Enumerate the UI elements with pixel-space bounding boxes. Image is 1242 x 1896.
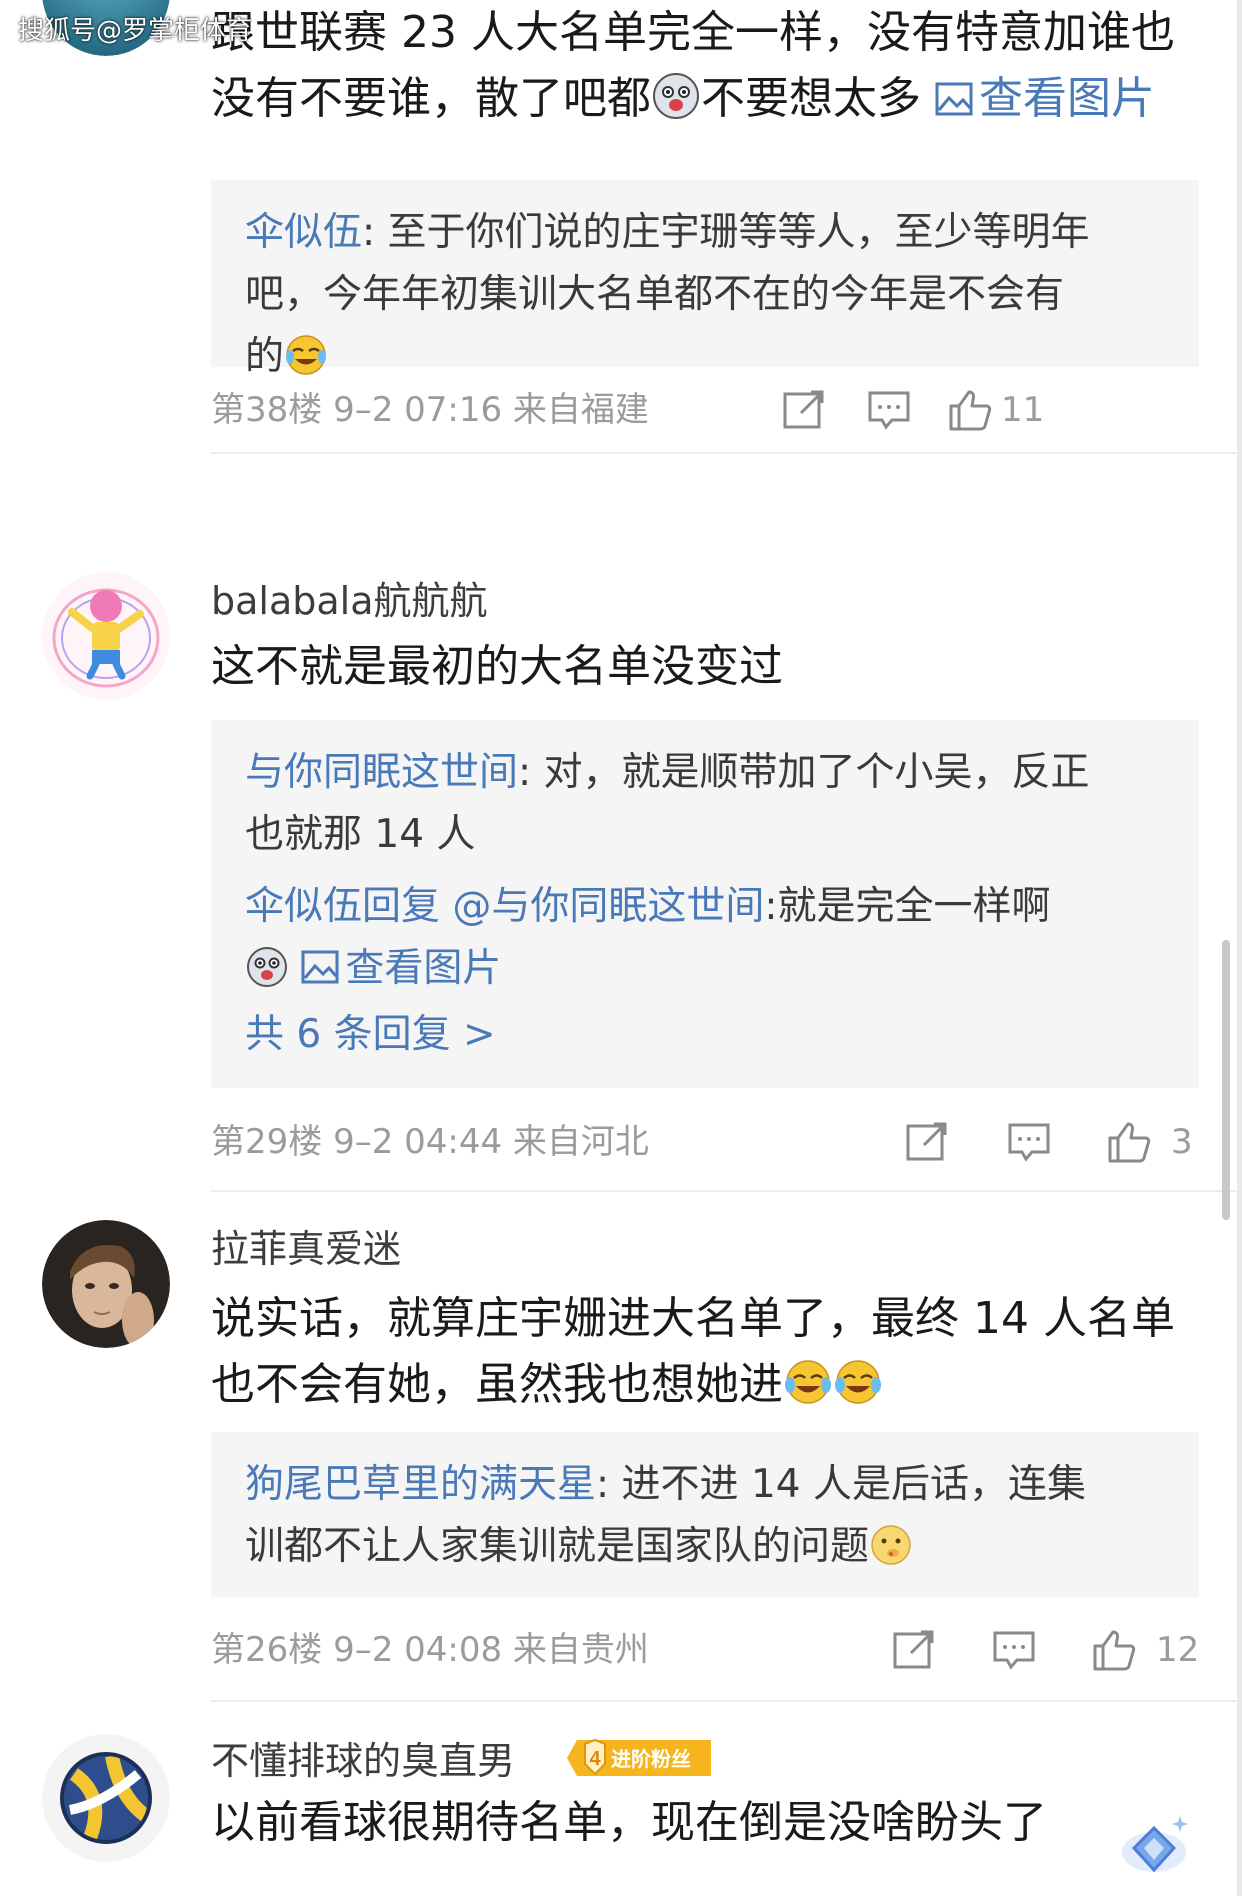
like-icon[interactable]	[1106, 1120, 1152, 1164]
reply-username[interactable]: 狗尾巴草里的满天星	[245, 1462, 596, 1507]
more-replies-link[interactable]: 共 6 条回复 >	[245, 1000, 1165, 1070]
like-icon[interactable]	[947, 388, 993, 432]
comment-icon[interactable]	[991, 1628, 1037, 1672]
like-count: 12	[1156, 1630, 1200, 1670]
laugh-cry-emoji-icon	[835, 1360, 881, 1404]
comment-text-line: 也不会有她，虽然我也想她进	[211, 1352, 1201, 1418]
badge-label: 进阶粉丝	[611, 1747, 691, 1771]
floor-time-location: 第38楼 9–2 07:16 来自福建	[211, 390, 649, 430]
comment-meta: 第38楼 9–2 07:16 来自福建 11	[211, 380, 1199, 440]
reply-item: 伞似伍: 至于你们说的庄宇珊等等人，至少等明年	[245, 210, 1090, 255]
avatar[interactable]	[42, 572, 170, 700]
username[interactable]: 不懂排球的臭直男	[211, 1734, 515, 1788]
username[interactable]: balabala航航航	[211, 574, 488, 628]
reply-item: 与你同眠这世间: 对，就是顺带加了个小吴，反正	[245, 750, 1090, 795]
comment-text: 以前看球很期待名单，现在倒是没啥盼头了	[211, 1797, 1047, 1848]
divider	[211, 1700, 1242, 1702]
reply-box[interactable]: 与你同眠这世间: 对，就是顺带加了个小吴，反正 也就那 14 人 伞似伍回复 @…	[211, 720, 1199, 1088]
comment-text: 跟世联赛 23 人大名单完全一样，没有特意加谁也 没有不要谁，散了吧都 不要想太多…	[211, 0, 1201, 132]
reply-text-line: 也就那 14 人	[245, 812, 476, 857]
avatar[interactable]	[42, 1734, 170, 1862]
image-icon	[935, 82, 973, 116]
reply-item: 狗尾巴草里的满天星: 进不进 14 人是后话，连集	[245, 1462, 1086, 1507]
page-edge	[1237, 0, 1242, 1896]
comment-meta: 第29楼 9–2 04:44 来自河北 3	[211, 1112, 1199, 1172]
like-count: 3	[1171, 1122, 1193, 1162]
scrollbar[interactable]	[1222, 940, 1230, 1220]
fan-level-badge[interactable]: 4 进阶粉丝	[565, 1738, 713, 1778]
divider	[211, 452, 1242, 454]
share-icon[interactable]	[891, 1628, 937, 1672]
floor-time-location: 第29楼 9–2 04:44 来自河北	[211, 1122, 649, 1162]
view-image-link[interactable]: 查看图片	[301, 946, 501, 991]
comment-meta: 第26楼 9–2 04:08 来自贵州 12	[211, 1620, 1199, 1680]
avatar[interactable]	[42, 1220, 170, 1348]
view-image-link[interactable]: 查看图片	[935, 73, 1155, 124]
reply-text-line: 的	[245, 326, 1165, 388]
hush-emoji-icon	[871, 1525, 911, 1565]
badge-level: 4	[589, 1748, 601, 1770]
image-icon	[301, 950, 339, 984]
comment-icon[interactable]	[1006, 1120, 1052, 1164]
comment-text-line: 跟世联赛 23 人大名单完全一样，没有特意加谁也	[211, 7, 1175, 58]
laughing-dog-emoji-icon	[247, 947, 287, 987]
watermark: 搜狐号@罗掌柜体育	[18, 16, 253, 46]
reply-username[interactable]: 伞似伍回复 @与你同眠这世间	[245, 884, 764, 929]
diamond-sparkle-icon	[1122, 1816, 1188, 1873]
reply-text-line: 吧，今年年初集训大名单都不在的今年是不会有	[245, 272, 1065, 317]
reply-text-line: 查看图片	[245, 938, 1165, 1000]
like-count: 11	[1001, 390, 1045, 430]
comment-text: 这不就是最初的大名单没变过	[211, 641, 783, 692]
comment-text-line: 没有不要谁，散了吧都 不要想太多 查看图片	[211, 73, 1155, 124]
laughing-dog-emoji-icon	[653, 73, 699, 119]
reply-text-line: 训都不让人家集训就是国家队的问题	[245, 1516, 1165, 1578]
share-icon[interactable]	[781, 388, 827, 432]
floor-time-location: 第26楼 9–2 04:08 来自贵州	[211, 1630, 649, 1670]
like-icon[interactable]	[1091, 1628, 1137, 1672]
username[interactable]: 拉菲真爱迷	[211, 1222, 401, 1276]
laugh-cry-emoji-icon	[785, 1360, 831, 1404]
comment-text-line: 说实话，就算庄宇姗进大名单了，最终 14 人名单	[211, 1293, 1175, 1344]
laugh-cry-emoji-icon	[286, 335, 327, 375]
divider	[211, 1190, 1242, 1192]
comment-text: 说实话，就算庄宇姗进大名单了，最终 14 人名单 也不会有她，虽然我也想她进	[211, 1286, 1201, 1418]
reply-box[interactable]: 伞似伍: 至于你们说的庄宇珊等等人，至少等明年 吧，今年年初集训大名单都不在的今…	[211, 180, 1199, 379]
reply-username[interactable]: 与你同眠这世间	[245, 750, 518, 795]
reply-item: 伞似伍回复 @与你同眠这世间:就是完全一样啊	[245, 884, 1051, 929]
reply-username[interactable]: 伞似伍	[245, 210, 362, 255]
reply-box[interactable]: 狗尾巴草里的满天星: 进不进 14 人是后话，连集 训都不让人家集训就是国家队的…	[211, 1432, 1199, 1597]
share-icon[interactable]	[904, 1120, 950, 1164]
comment-icon[interactable]	[866, 388, 912, 432]
